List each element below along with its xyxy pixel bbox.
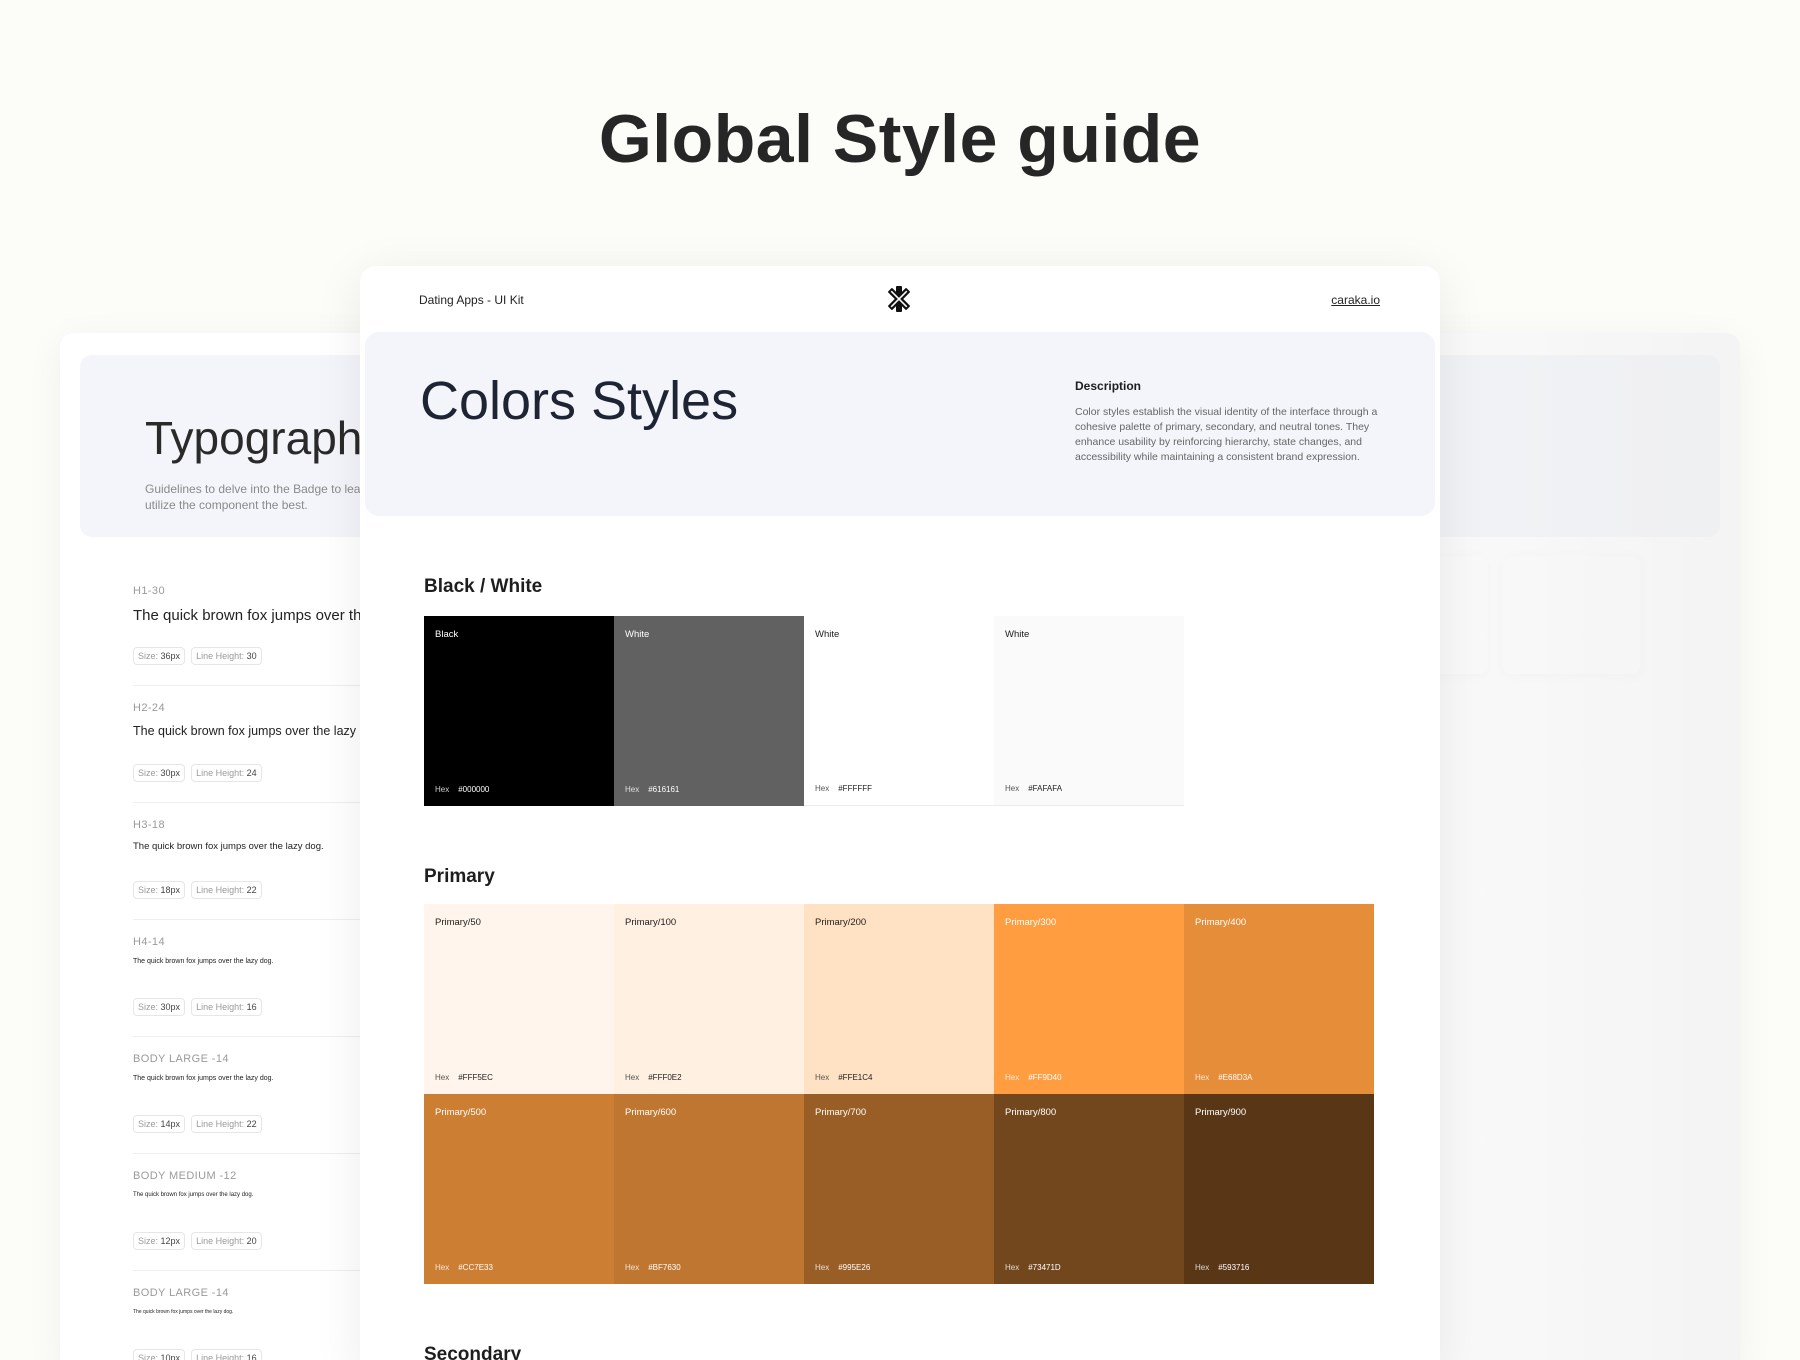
color-swatch[interactable]: White Hex #FAFAFA bbox=[994, 616, 1184, 806]
typography-sample: The quick brown fox jumps over the lazy … bbox=[133, 841, 324, 852]
hero-title: Colors Styles bbox=[420, 371, 739, 431]
section-title-secondary: Secondary bbox=[424, 1344, 522, 1360]
color-swatch[interactable]: Primary/500 Hex #CC7E33 bbox=[424, 1094, 614, 1284]
line-height-chip: Line Height: 24 bbox=[191, 764, 262, 782]
swatch-hex: Hex #E68D3A bbox=[1195, 1073, 1253, 1082]
swatch-hex: Hex #FFE1C4 bbox=[815, 1073, 873, 1082]
top-bar: Dating Apps - UI Kit caraka.io bbox=[360, 266, 1440, 330]
swatch-hex: Hex #FAFAFA bbox=[1005, 784, 1063, 793]
swatch-hex: Hex #BF7630 bbox=[625, 1263, 681, 1272]
color-swatch[interactable]: Primary/200 Hex #FFE1C4 bbox=[804, 904, 994, 1094]
black-white-swatches: Black Hex #000000 White Hex #616161 White Hex #F… bbox=[424, 616, 1374, 806]
size-chip: Size: 30px bbox=[133, 764, 186, 782]
swatch-name: Primary/900 bbox=[1195, 1107, 1247, 1118]
description-title: Description bbox=[1075, 379, 1142, 393]
swatch-hex: Hex #593716 bbox=[1195, 1263, 1250, 1272]
swatch-name: White bbox=[625, 629, 650, 640]
typography-label: H4-14 bbox=[133, 936, 165, 948]
line-height-chip: Line Height: 22 bbox=[191, 881, 262, 899]
size-chip: Size: 14px bbox=[133, 1115, 186, 1133]
size-chip: Size: 30px bbox=[133, 998, 186, 1016]
typography-label: H3-18 bbox=[133, 819, 165, 831]
swatch-name: Black bbox=[435, 629, 459, 640]
color-swatch[interactable]: Primary/600 Hex #BF7630 bbox=[614, 1094, 804, 1284]
swatch-hex: Hex #CC7E33 bbox=[435, 1263, 493, 1272]
description-text: Color styles establish the visual identi… bbox=[1075, 406, 1378, 463]
swatch-name: Primary/600 bbox=[625, 1107, 677, 1118]
colors-hero: Colors Styles Description Color styles e… bbox=[365, 332, 1435, 516]
swatch-hex: Hex #995E26 bbox=[815, 1263, 871, 1272]
swatch-name: Primary/100 bbox=[625, 917, 677, 928]
color-swatch[interactable]: Primary/50 Hex #FFF5EC bbox=[424, 904, 614, 1094]
color-swatch[interactable]: White Hex #616161 bbox=[614, 616, 804, 806]
swatch-hex: Hex #73471D bbox=[1005, 1263, 1061, 1272]
color-swatch[interactable]: White Hex #FFFFFF bbox=[804, 616, 994, 806]
placeholder-card bbox=[1502, 556, 1640, 674]
primary-swatches: Primary/50 Hex #FFF5EC Primary/100 Hex #FFF0E… bbox=[424, 904, 1374, 1284]
typography-sample: The quick brown fox jumps over the lazy … bbox=[133, 724, 384, 738]
swatch-name: Primary/50 bbox=[435, 917, 481, 928]
swatch-name: White bbox=[1005, 629, 1030, 640]
size-chip: Size: 12px bbox=[133, 1232, 186, 1250]
line-height-chip: Line Height: 22 bbox=[191, 1115, 262, 1133]
line-height-chip: Line Height: 16 bbox=[191, 1349, 262, 1360]
swatch-hex: Hex #FFF5EC bbox=[435, 1073, 493, 1082]
size-chip: Size: 10px bbox=[133, 1349, 186, 1360]
swatch-name: Primary/300 bbox=[1005, 917, 1057, 928]
color-swatch[interactable]: Black Hex #000000 bbox=[424, 616, 614, 806]
typography-label: BODY LARGE -14 bbox=[133, 1287, 229, 1299]
asterisk-logo-icon bbox=[888, 286, 910, 312]
color-swatch[interactable]: Primary/800 Hex #73471D bbox=[994, 1094, 1184, 1284]
swatch-name: Primary/400 bbox=[1195, 917, 1247, 928]
color-swatch[interactable]: Primary/400 Hex #E68D3A bbox=[1184, 904, 1374, 1094]
swatch-hex: Hex #616161 bbox=[625, 785, 680, 794]
color-swatch[interactable]: Primary/100 Hex #FFF0E2 bbox=[614, 904, 804, 1094]
swatch-name: Primary/500 bbox=[435, 1107, 487, 1118]
typography-sample: The quick brown fox jumps over the lazy … bbox=[133, 1192, 254, 1198]
color-swatch[interactable]: Primary/700 Hex #995E26 bbox=[804, 1094, 994, 1284]
typography-title: Typography bbox=[145, 412, 386, 464]
swatch-name: Primary/700 bbox=[815, 1107, 867, 1118]
typography-label: H2-24 bbox=[133, 702, 165, 714]
page-title: Global Style guide bbox=[598, 101, 1202, 177]
typography-sample: The quick brown fox jumps over the lazy … bbox=[133, 1075, 274, 1082]
line-height-chip: Line Height: 30 bbox=[191, 647, 262, 665]
typography-label: BODY MEDIUM -12 bbox=[133, 1170, 237, 1182]
kit-name: Dating Apps - UI Kit bbox=[419, 293, 524, 307]
colors-card: Dating Apps - UI Kit caraka.io Colors St… bbox=[360, 266, 1440, 1360]
section-title-primary: Primary bbox=[424, 866, 495, 887]
typography-label: H1-30 bbox=[133, 585, 165, 597]
typography-label: BODY LARGE -14 bbox=[133, 1053, 229, 1065]
swatch-name: White bbox=[815, 629, 840, 640]
site-link[interactable]: caraka.io bbox=[1331, 293, 1380, 307]
swatch-hex: Hex #FF9D40 bbox=[1005, 1073, 1062, 1082]
section-title-black-white: Black / White bbox=[424, 576, 543, 597]
swatch-hex: Hex #FFF0E2 bbox=[625, 1073, 682, 1082]
size-chip: Size: 36px bbox=[133, 647, 186, 665]
size-chip: Size: 18px bbox=[133, 881, 186, 899]
swatch-name: Primary/800 bbox=[1005, 1107, 1057, 1118]
line-height-chip: Line Height: 20 bbox=[191, 1232, 262, 1250]
color-swatch[interactable]: Primary/900 Hex #593716 bbox=[1184, 1094, 1374, 1284]
typography-sample: The quick brown fox jumps over the lazy … bbox=[133, 1309, 234, 1315]
swatch-hex: Hex #FFFFFF bbox=[815, 784, 873, 793]
typography-sample: The quick brown fox jumps over the lazy … bbox=[133, 958, 274, 965]
color-swatch[interactable]: Primary/300 Hex #FF9D40 bbox=[994, 904, 1184, 1094]
line-height-chip: Line Height: 16 bbox=[191, 998, 262, 1016]
swatch-name: Primary/200 bbox=[815, 917, 867, 928]
swatch-hex: Hex #000000 bbox=[435, 785, 490, 794]
